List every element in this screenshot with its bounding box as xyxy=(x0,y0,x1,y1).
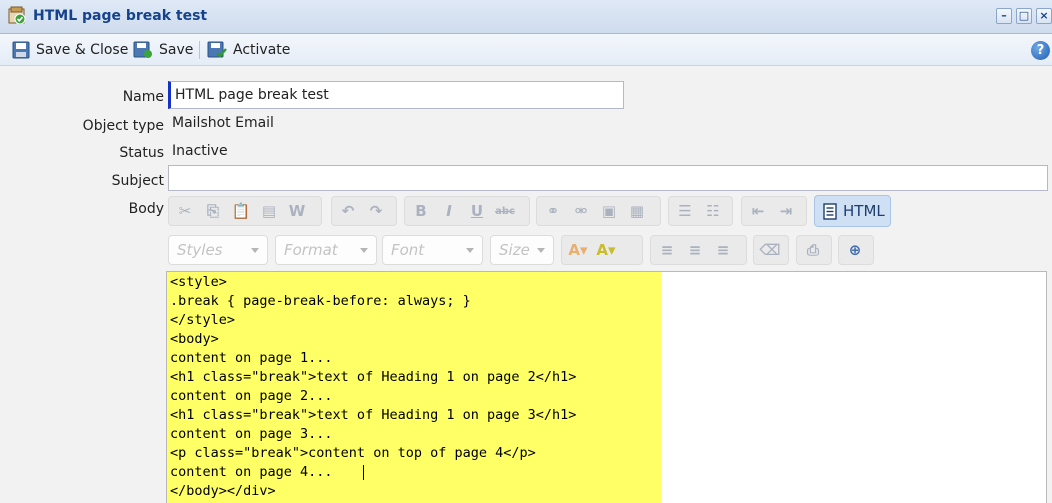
font-dropdown[interactable]: Font xyxy=(382,235,483,265)
code-line-12: </body></div> xyxy=(170,483,276,499)
size-dropdown[interactable]: Size xyxy=(490,235,554,265)
code-line-1: <style> xyxy=(170,274,227,290)
save-button[interactable]: Save xyxy=(133,40,193,60)
activate-icon xyxy=(207,41,227,58)
cut-icon[interactable]: ✂ xyxy=(173,200,197,222)
save-close-button[interactable]: Save & Close xyxy=(12,40,128,60)
styles-dropdown[interactable]: Styles xyxy=(168,235,268,265)
image-icon[interactable]: ▣ xyxy=(597,200,621,222)
outdent-icon[interactable]: ⇤ xyxy=(746,200,770,222)
numbered-list-icon[interactable]: ☰ xyxy=(673,200,697,222)
table-icon[interactable]: ▦ xyxy=(625,200,649,222)
save-label: Save xyxy=(159,42,194,58)
maximize-editor-icon[interactable]: ⊕ xyxy=(843,239,867,261)
status-value: Inactive xyxy=(172,143,228,159)
maximize-button[interactable]: □ xyxy=(1016,8,1032,24)
align-right-icon[interactable]: ≡ xyxy=(711,239,735,261)
action-toolbar: Save & Close Save Activate ? xyxy=(0,34,1052,66)
paste-icon[interactable]: 📋 xyxy=(229,200,253,222)
format-dropdown[interactable]: Format xyxy=(275,235,377,265)
code-line-5: content on page 1... xyxy=(170,350,333,366)
insert-group: ⚭ ⚮ ▣ ▦ xyxy=(536,196,661,226)
body-label: Body xyxy=(128,201,164,217)
mailshot-app-icon xyxy=(8,6,26,24)
link-icon[interactable]: ⚭ xyxy=(541,200,565,222)
undo-redo-group: ↶ ↷ xyxy=(331,196,397,226)
indent-group: ⇤ ⇥ xyxy=(741,196,807,226)
document-icon xyxy=(823,202,837,220)
print-group: ⎙ xyxy=(796,235,832,265)
list-group: ☰ ☷ xyxy=(668,196,733,226)
activate-button[interactable]: Activate xyxy=(207,40,290,60)
code-line-3: </style> xyxy=(170,312,236,328)
unlink-icon[interactable]: ⚮ xyxy=(569,200,593,222)
maximize-editor-group: ⊕ xyxy=(838,235,874,265)
remove-format-group: ⌫ xyxy=(753,235,789,265)
strikethrough-icon[interactable]: abc xyxy=(493,200,517,222)
undo-icon[interactable]: ↶ xyxy=(336,200,360,222)
toolbar-separator xyxy=(199,41,200,59)
html-button-label: HTML xyxy=(843,202,885,220)
align-left-icon[interactable]: ≡ xyxy=(655,239,679,261)
print-icon[interactable]: ⎙ xyxy=(801,239,825,261)
paste-text-icon[interactable]: ▤ xyxy=(257,200,281,222)
close-button[interactable]: × xyxy=(1036,8,1052,24)
code-line-8: <h1 class="break">text of Heading 1 on p… xyxy=(170,407,577,423)
activate-label: Activate xyxy=(233,42,291,58)
text-style-group: B I U abc xyxy=(404,196,530,226)
indent-icon[interactable]: ⇥ xyxy=(774,200,798,222)
object-type-label: Object type xyxy=(82,118,164,134)
paste-word-icon[interactable]: W xyxy=(285,200,309,222)
copy-icon[interactable]: ⎘ xyxy=(201,200,225,222)
styles-placeholder: Styles xyxy=(177,241,223,259)
subject-input[interactable] xyxy=(168,165,1048,191)
object-type-value: Mailshot Email xyxy=(172,115,274,131)
chevron-down-icon xyxy=(251,248,259,253)
code-line-2: .break { page-break-before: always; } xyxy=(170,293,471,309)
minimize-button[interactable]: – xyxy=(996,8,1012,24)
italic-icon[interactable]: I xyxy=(437,200,461,222)
align-center-icon[interactable]: ≡ xyxy=(683,239,707,261)
clipboard-group: ✂ ⎘ 📋 ▤ W xyxy=(168,196,322,226)
html-source-button[interactable]: HTML xyxy=(814,195,891,227)
color-group: A▾ A▾ xyxy=(561,235,643,265)
bulleted-list-icon[interactable]: ☷ xyxy=(701,200,725,222)
underline-icon[interactable]: U xyxy=(465,200,489,222)
code-line-4: <body> xyxy=(170,331,219,347)
code-line-6: <h1 class="break">text of Heading 1 on p… xyxy=(170,369,577,385)
redo-icon[interactable]: ↷ xyxy=(364,200,388,222)
floppy-disk-icon xyxy=(12,41,30,59)
name-input[interactable] xyxy=(168,81,624,109)
font-placeholder: Font xyxy=(391,241,425,259)
subject-label: Subject xyxy=(111,173,164,189)
save-close-label: Save & Close xyxy=(36,42,129,58)
name-label: Name xyxy=(122,89,164,105)
format-placeholder: Format xyxy=(284,241,338,259)
bold-icon[interactable]: B xyxy=(409,200,433,222)
text-color-icon[interactable]: A▾ xyxy=(566,239,590,261)
text-caret xyxy=(363,465,364,480)
save-icon xyxy=(133,41,152,58)
help-icon[interactable]: ? xyxy=(1031,41,1050,60)
code-line-11: content on page 4... xyxy=(170,464,333,480)
chevron-down-icon xyxy=(537,248,545,253)
window-title: HTML page break test xyxy=(33,8,208,24)
background-color-icon[interactable]: A▾ xyxy=(594,239,618,261)
code-line-7: content on page 2... xyxy=(170,388,333,404)
eraser-icon[interactable]: ⌫ xyxy=(758,239,782,261)
window-titlebar: HTML page break test – □ × xyxy=(0,0,1052,34)
code-line-9: content on page 3... xyxy=(170,426,333,442)
size-placeholder: Size xyxy=(499,241,530,259)
chevron-down-icon xyxy=(466,248,474,253)
code-line-10: <p class="break">content on top of page … xyxy=(170,445,536,461)
status-label: Status xyxy=(119,145,164,161)
align-group: ≡ ≡ ≡ xyxy=(650,235,747,265)
chevron-down-icon xyxy=(360,248,368,253)
